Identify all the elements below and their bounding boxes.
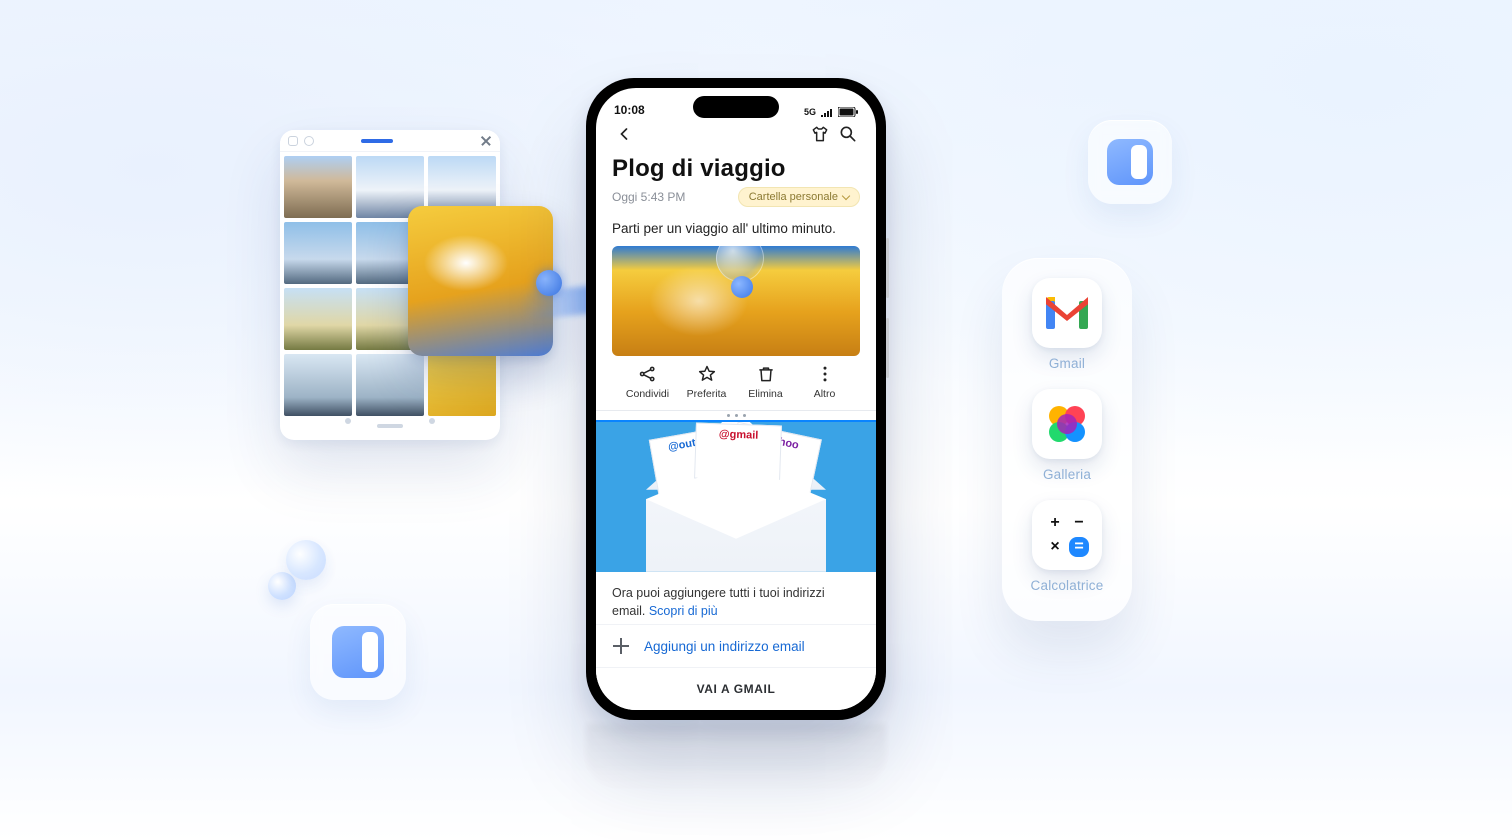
delete-button[interactable]: Elimina (736, 364, 795, 400)
floating-widget-top-right (1088, 120, 1172, 204)
phone-notch (693, 96, 779, 118)
add-email-label: Aggiungi un indirizzo email (644, 639, 805, 654)
gallery-thumb[interactable] (284, 354, 352, 416)
window-drag-handle-icon[interactable] (361, 139, 393, 143)
favorite-button[interactable]: Preferita (677, 364, 736, 400)
app-calculator[interactable]: + − × = (1032, 500, 1102, 570)
back-button[interactable] (610, 120, 638, 148)
split-screen-handle-icon[interactable] (723, 411, 749, 420)
app-gmail[interactable] (1032, 278, 1102, 348)
gmail-onboarding-pane: @outlook @yahoo @gmail Ora puoi aggiunge… (596, 420, 876, 710)
envelope-illustration: @outlook @yahoo @gmail (596, 422, 876, 572)
back-arrow-icon (614, 124, 634, 144)
status-network-label: 5G (804, 107, 816, 117)
window-titlebar (280, 130, 500, 152)
search-icon (838, 124, 858, 144)
gmail-icon (1046, 297, 1088, 329)
dragged-photo-preview[interactable] (408, 206, 553, 356)
more-button[interactable]: Altro (795, 364, 854, 400)
share-icon (638, 364, 658, 384)
folder-chip[interactable]: Cartella personale (738, 187, 860, 207)
more-vertical-icon (815, 364, 835, 384)
phone-mockup: 10:08 5G Plog di viaggio O (586, 78, 886, 720)
note-timestamp: Oggi 5:43 PM (612, 190, 685, 204)
window-minimize-icon[interactable] (304, 136, 314, 146)
phone-side-button (886, 238, 889, 298)
gallery-icon (1045, 402, 1089, 446)
delete-label: Elimina (748, 388, 782, 400)
share-button[interactable]: Condividi (618, 364, 677, 400)
chevron-down-icon (842, 191, 850, 199)
note-pane: Plog di viaggio Oggi 5:43 PM Cartella pe… (596, 151, 876, 411)
decorative-bubble (286, 540, 326, 580)
promo-text: Ora puoi aggiungere tutti i tuoi indiriz… (596, 572, 876, 624)
more-label: Altro (814, 388, 836, 400)
phone-screen: 10:08 5G Plog di viaggio O (596, 88, 876, 710)
battery-icon (838, 107, 858, 117)
gallery-thumb[interactable] (428, 354, 496, 416)
drag-cursor-dot-icon (536, 270, 562, 296)
app-gallery-label: Galleria (1043, 467, 1091, 482)
gallery-thumb[interactable] (284, 222, 352, 284)
star-icon (697, 364, 717, 384)
app-gmail-label: Gmail (1049, 356, 1085, 371)
note-top-bar (596, 116, 876, 150)
search-button[interactable] (834, 120, 862, 148)
app-dock: Gmail Galleria + − × = Calcolatrice (1002, 258, 1132, 621)
phone-reflection (586, 724, 886, 794)
plus-icon (612, 637, 630, 655)
gallery-thumb[interactable] (284, 156, 352, 218)
phone-side-button (886, 318, 889, 378)
favorite-label: Preferita (687, 388, 727, 400)
app-gallery[interactable] (1032, 389, 1102, 459)
gallery-thumb[interactable] (284, 288, 352, 350)
calculator-icon: + − × = (1045, 513, 1089, 557)
trash-icon (756, 364, 776, 384)
promo-learn-more-link[interactable]: Scopri di più (649, 604, 718, 618)
note-title: Plog di viaggio (612, 155, 860, 183)
window-close-icon[interactable] (480, 135, 492, 147)
shirt-icon (810, 124, 830, 144)
add-email-row[interactable]: Aggiungi un indirizzo email (596, 624, 876, 668)
theme-button[interactable] (806, 120, 834, 148)
note-action-row: Condividi Preferita Elimina Altro (612, 356, 860, 410)
folder-chip-label: Cartella personale (749, 191, 838, 203)
note-body: Parti per un viaggio all' ultimo minuto. (612, 221, 860, 236)
promo-body: Ora puoi aggiungere tutti i tuoi indiriz… (612, 586, 825, 618)
window-maximize-icon[interactable] (288, 136, 298, 146)
note-hero-image[interactable] (612, 246, 860, 356)
window-nav-bar (280, 418, 500, 434)
app-calculator-label: Calcolatrice (1031, 578, 1104, 593)
floating-widget-bottom-left (310, 604, 406, 700)
go-to-gmail-button[interactable]: VAI A GMAIL (596, 668, 876, 710)
drop-target-dot-icon (731, 276, 753, 298)
share-label: Condividi (626, 388, 669, 400)
decorative-bubble (268, 572, 296, 600)
gallery-thumb[interactable] (356, 354, 424, 416)
signal-icon (820, 107, 834, 117)
